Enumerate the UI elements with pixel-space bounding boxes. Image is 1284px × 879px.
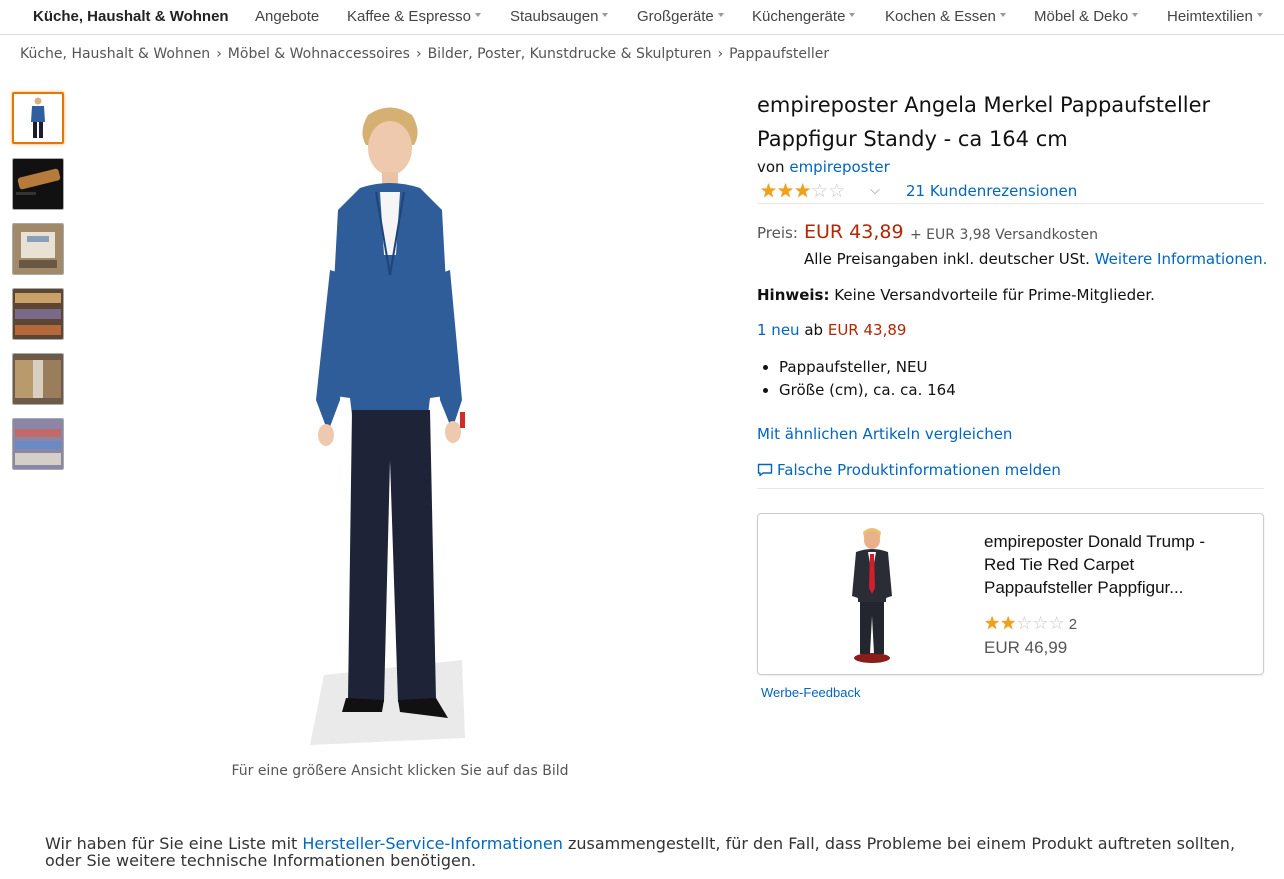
caret-down-icon [1132,13,1139,18]
nav-item-angebote[interactable]: Angebote [255,8,319,25]
nav-item-label: Küchengeräte [752,8,846,25]
feature-bullet: Größe (cm), ca. ca. 164 [779,379,956,402]
ad-product-image [852,528,892,663]
vat-more-info-link[interactable]: Weitere Informationen. [1095,250,1268,268]
nav-item-grossgeraete[interactable]: Großgeräte [637,8,724,25]
star-filled-icon: ★ [760,180,778,202]
shipping-notice: Hinweis: Keine Versandvorteile für Prime… [757,286,1155,304]
caret-down-icon [849,13,856,18]
notice-label: Hinweis: [757,286,830,304]
box-thumbnail [13,224,63,274]
caret-down-icon [602,13,609,18]
offers: 1 neu ab EUR 43,89 [757,321,906,339]
nav-home[interactable]: Küche, Haushalt & Wohnen [33,8,229,25]
shipping-cost: + EUR 3,98 Versandkosten [910,227,1099,243]
byline-prefix: von [757,158,785,176]
compare-link[interactable]: Mit ähnlichen Artikeln vergleichen [757,425,1012,443]
byline: von empireposter [757,158,890,176]
ad-review-count: 2 [1068,616,1078,633]
star-empty-icon: ☆ [1016,613,1033,634]
nav-item-label: Staubsaugen [510,8,599,25]
nav-item-staubsaugen[interactable]: Staubsaugen [510,8,609,25]
star-filled-icon: ★ [777,180,795,202]
breadcrumb: Küche, Haushalt & Wohnen › Möbel & Wohnacc… [20,46,829,62]
vat-text: Alle Preisangaben inkl. deutscher USt. [804,250,1090,268]
packaging-thumbnail [13,159,63,209]
caret-down-icon [1256,13,1263,18]
breadcrumb-item[interactable]: Pappaufsteller [729,46,829,62]
nav-item-label: Möbel & Deko [1034,8,1129,25]
thumbnail-box[interactable] [12,223,64,275]
divider [757,203,1264,204]
breadcrumb-item[interactable]: Bilder, Poster, Kunstdrucke & Skulpturen [428,46,712,62]
breadcrumb-item[interactable]: Möbel & Wohnaccessoires [228,46,410,62]
thumbnail-shelves[interactable] [12,288,64,340]
thumbnail-aisle[interactable] [12,353,64,405]
nav-item-label: Heimtextilien [1167,8,1253,25]
nav-item-label: Kochen & Essen [885,8,996,25]
breadcrumb-separator: › [415,46,422,62]
divider [757,488,1264,489]
star-empty-icon: ☆ [828,180,846,202]
main-product-image[interactable] [290,100,510,750]
ad-feedback-link[interactable]: Werbe-Feedback [761,685,860,700]
nav-item-kuechengeraete[interactable]: Küchengeräte [752,8,856,25]
ad-price: EUR 46,99 [984,638,1068,657]
ad-rating: ★★☆☆☆ 2 [984,613,1077,635]
thumbnail-store[interactable] [12,418,64,470]
offers-price: EUR 43,89 [827,321,907,339]
star-empty-icon: ☆ [1048,613,1065,634]
product-title: empireposter Angela Merkel Pappaufstelle… [757,93,1211,151]
report-link[interactable]: Falsche Produktinformationen melden [757,461,1061,479]
reviews-link[interactable]: 21 Kundenrezensionen [906,182,1077,200]
star-empty-icon: ☆ [1032,613,1049,634]
nav-item-label: Großgeräte [637,8,714,25]
report-link-label: Falsche Produktinformationen melden [777,461,1061,479]
brand-link[interactable]: empireposter [789,158,889,176]
caret-down-icon [474,13,481,18]
sponsored-product-card[interactable]: empireposter Donald Trump - Red Tie Red … [757,513,1264,675]
nav-item-label: Angebote [255,8,320,25]
shelves-thumbnail [13,289,63,339]
nav-item-label: Kaffee & Espresso [347,8,471,25]
chevron-down-icon[interactable]: ⌵ [870,183,880,198]
store-thumbnail [13,419,63,469]
vat-note: Alle Preisangaben inkl. deutscher USt. W… [804,250,1267,268]
price-label: Preis: [757,224,798,242]
offers-count-link[interactable]: 1 neu [757,321,800,339]
nav-item-kochen[interactable]: Kochen & Essen [885,8,1006,25]
ad-title[interactable]: empireposter Donald Trump - Red Tie Red … [984,530,1234,599]
breadcrumb-separator: › [216,46,222,62]
speech-bubble-icon [757,463,773,477]
price: EUR 43,89 [804,221,904,243]
star-rating[interactable]: ★★★☆☆ [760,180,845,202]
aisle-thumbnail [13,354,63,404]
caret-down-icon [999,13,1006,18]
standee-figure-thumbnail [14,94,62,142]
feature-bullet: Pappaufsteller, NEU [779,356,956,379]
star-filled-icon: ★ [984,613,1001,634]
category-nav: Küche, Haushalt & Wohnen Angebote Kaffee… [0,0,1284,35]
offers-ab: ab [804,321,824,339]
manufacturer-info: Wir haben für Sie eine Liste mit Herstel… [45,835,1270,869]
star-filled-icon: ★ [1000,613,1017,634]
feature-bullets: Pappaufsteller, NEU Größe (cm), ca. ca. … [757,356,956,402]
star-empty-icon: ☆ [811,180,829,202]
nav-item-heimtextilien[interactable]: Heimtextilien [1167,8,1263,25]
caret-down-icon [717,13,724,18]
notice-text: Keine Versandvorteile für Prime-Mitglied… [834,286,1155,304]
breadcrumb-separator: › [717,46,724,62]
ad-star-rating: ★★☆☆☆ [984,613,1065,634]
nav-item-kaffee[interactable]: Kaffee & Espresso [347,8,481,25]
image-zoom-hint: Für eine größere Ansicht klicken Sie auf… [231,763,569,779]
star-filled-icon: ★ [794,180,812,202]
nav-item-moebel[interactable]: Möbel & Deko [1034,8,1139,25]
breadcrumb-item[interactable]: Küche, Haushalt & Wohnen [20,46,210,62]
thumbnail-packaging[interactable] [12,158,64,210]
thumbnail-standee-front[interactable] [12,92,64,144]
